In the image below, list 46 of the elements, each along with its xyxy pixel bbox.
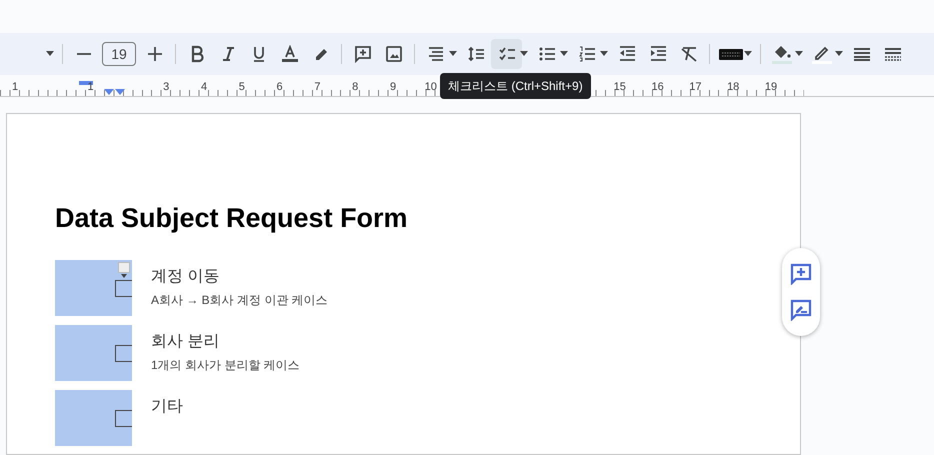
- bullet-list-icon: [538, 45, 556, 63]
- item-label: 기타: [151, 397, 183, 417]
- checkbox[interactable]: [115, 410, 132, 428]
- paint-bucket-icon: [772, 44, 792, 64]
- ruler-number: 8: [352, 80, 358, 95]
- item-label: 계정 이동: [151, 267, 220, 287]
- document-title: Data Subject Request Form: [55, 202, 409, 234]
- ruler-number: 1: [12, 80, 18, 95]
- item-description: A회사 → B회사 계정 이관 케이스: [151, 292, 328, 309]
- numbered-list-icon: [578, 45, 596, 63]
- ruler-number: 5: [238, 80, 245, 95]
- ruler-number: 10: [424, 80, 437, 95]
- item-description: 1개의 회사가 분리할 케이스: [151, 356, 300, 374]
- align-icon: [426, 45, 444, 63]
- clear-formatting-icon: [680, 45, 698, 63]
- add-comment-button[interactable]: [790, 263, 812, 285]
- ruler-number: 18: [727, 80, 740, 95]
- decrease-indent-icon: [618, 45, 636, 63]
- pen-icon: [812, 44, 832, 64]
- suggest-edit-button[interactable]: [790, 299, 812, 321]
- checkbox[interactable]: [115, 345, 132, 362]
- ruler-number: 9: [390, 80, 396, 95]
- checkbox[interactable]: [115, 280, 132, 298]
- image-icon: [384, 45, 402, 63]
- ruler-number: 15: [614, 80, 626, 95]
- ruler-number: 6: [276, 80, 283, 95]
- item-label: 회사 분리: [151, 332, 220, 352]
- line-spacing-icon: [466, 45, 484, 63]
- border-weight-icon: [852, 45, 872, 63]
- text-color-icon: [282, 45, 298, 63]
- ruler-number: 16: [651, 80, 664, 95]
- ruler-number: 7: [314, 80, 320, 95]
- border-dash-icon: [882, 45, 902, 63]
- ruler-number: 19: [764, 80, 778, 95]
- plus-icon: [146, 45, 164, 63]
- keyboard-icon: [718, 46, 742, 62]
- comment-icon: [354, 45, 372, 63]
- font-size-field[interactable]: 19: [102, 42, 136, 66]
- minus-icon: [76, 52, 90, 56]
- tooltip: 체크리스트 (Ctrl+Shift+9): [440, 73, 591, 99]
- checklist-button[interactable]: [491, 39, 522, 69]
- increase-indent-icon: [648, 45, 666, 63]
- ruler-number: 3: [163, 80, 170, 95]
- checklist-icon: [498, 45, 516, 63]
- ruler-number: 4: [200, 80, 208, 95]
- ruler-number: 17: [689, 80, 702, 95]
